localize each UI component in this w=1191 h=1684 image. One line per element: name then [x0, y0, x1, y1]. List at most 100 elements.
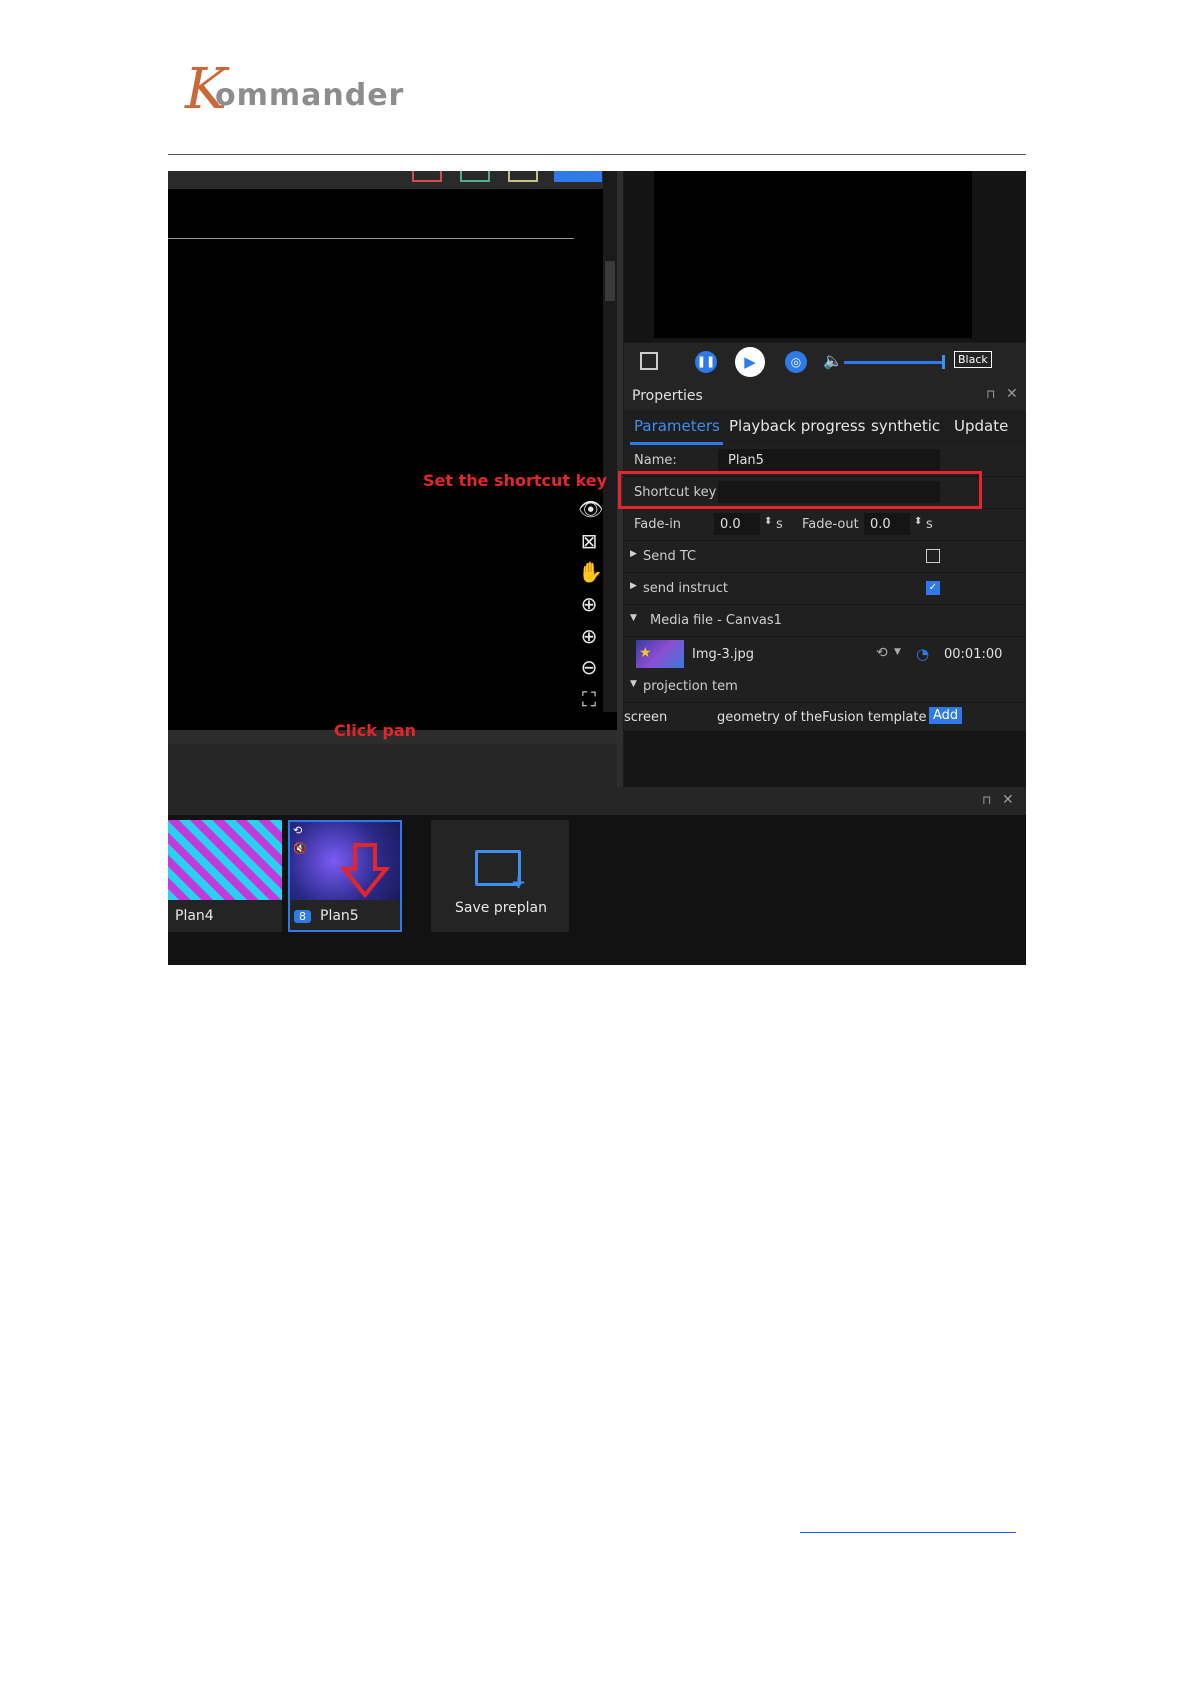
media-file-row[interactable]: ▼ Media file - Canvas1 — [624, 605, 1026, 637]
fade-out-unit: s — [926, 517, 933, 532]
media-file-label: Media file - Canvas1 — [650, 613, 782, 628]
canvas-guide-line — [168, 238, 574, 239]
left-toolbar — [168, 171, 617, 189]
header-divider — [168, 154, 1026, 155]
footer-link-underline[interactable] — [800, 1532, 1016, 1533]
eye-icon[interactable]: 👁 — [578, 498, 603, 520]
media-thumbnail: ★ — [636, 640, 684, 668]
send-instruct-label: send instruct — [643, 581, 728, 596]
star-icon: ★ — [639, 645, 652, 661]
add-button[interactable]: Add — [929, 707, 963, 724]
play-icon[interactable]: ▶ — [735, 347, 765, 377]
media-duration: 00:01:00 — [944, 647, 1003, 662]
collapse-icon[interactable]: ▼ — [630, 679, 637, 689]
send-instruct-checkbox[interactable]: ✓ — [926, 581, 940, 595]
mute-icon: 🔇 — [293, 842, 307, 855]
send-tc-label: Send TC — [643, 549, 697, 564]
plans-header: ⊓ ✕ — [168, 787, 1026, 815]
fade-out-label: Fade-out — [802, 517, 859, 532]
fade-row: Fade-in 0.0 ⬍ s Fade-out 0.0 ⬍ s — [624, 509, 1026, 541]
crop-icon[interactable]: ⊠ — [578, 530, 600, 552]
dropdown-icon[interactable]: ▼ — [894, 647, 901, 657]
collapse-icon[interactable]: ▼ — [630, 613, 637, 623]
expand-icon[interactable]: ▶ — [630, 581, 637, 591]
name-label: Name: — [634, 453, 677, 468]
highlight-box — [618, 471, 982, 509]
close-icon[interactable]: ✕ — [1002, 792, 1014, 808]
pin-icon[interactable]: ⊓ — [982, 793, 991, 807]
timer-icon[interactable]: ◔ — [916, 645, 929, 663]
projection-row[interactable]: ▼ projection tem — [624, 671, 1026, 703]
properties-tabs: Parameters Playback progress synthetic U… — [624, 411, 1026, 445]
plan-name: Plan4 — [175, 908, 214, 924]
plan-name: Plan5 — [320, 908, 359, 924]
layout-icon[interactable] — [640, 352, 658, 370]
save-preplan-label: Save preplan — [455, 900, 547, 916]
fade-out-spinner-icon[interactable]: ⬍ — [914, 516, 922, 527]
tab-playback-progress[interactable]: Playback progress — [729, 417, 865, 435]
software-screenshot: 👁 ⊠ ✋ ⊕ ⊕ ⊖ ⛶ Set the shortcut key Click… — [168, 171, 1026, 965]
left-footer — [168, 744, 617, 787]
tab-parameters[interactable]: Parameters — [634, 417, 720, 435]
hand-icon[interactable]: ✋ — [578, 561, 603, 583]
annotation-click-pan: Click pan — [334, 721, 417, 740]
vertical-scrollbar[interactable] — [603, 171, 617, 712]
fade-in-spinner-icon[interactable]: ⬍ — [764, 516, 772, 527]
repeat-icon[interactable]: ⟲ — [876, 645, 888, 661]
loop-icon[interactable]: ◎ — [785, 351, 807, 373]
expand-icon[interactable]: ▶ — [630, 549, 637, 559]
tab-update[interactable]: Update — [954, 417, 1008, 435]
black-button[interactable]: Black — [954, 351, 992, 368]
pause-icon[interactable]: ❚❚ — [695, 351, 717, 373]
target-icon[interactable]: ⊕ — [578, 593, 600, 615]
preview-screen — [654, 171, 972, 338]
plan-thumbnail — [168, 820, 282, 900]
preview-canvas[interactable] — [168, 189, 617, 730]
fade-in-unit: s — [776, 517, 783, 532]
name-field[interactable]: Plan5 — [718, 449, 940, 471]
volume-icon[interactable]: 🔈 — [823, 351, 843, 370]
fade-in-label: Fade-in — [634, 517, 682, 532]
fade-in-value: 0.0 — [720, 517, 741, 532]
name-value: Plan5 — [728, 453, 764, 468]
properties-title: Properties — [632, 388, 703, 404]
plan-shortcut-badge: 8 — [294, 910, 311, 923]
output-preview — [624, 171, 1026, 342]
geometry-label: geometry of theFusion template — [717, 710, 927, 725]
fade-out-field[interactable]: 0.0 — [864, 513, 910, 535]
layout-button[interactable] — [554, 171, 602, 182]
send-tc-checkbox[interactable] — [926, 549, 940, 563]
close-icon[interactable]: ✕ — [1006, 386, 1018, 402]
projection-label: projection tem — [643, 679, 738, 694]
screen-row: screen geometry of theFusion template Ad… — [624, 703, 1026, 732]
transport-bar: ❚❚ ▶ ◎ 🔈 Black — [624, 343, 1026, 383]
color-button-red[interactable] — [412, 171, 442, 182]
logo-text: ommander — [215, 78, 405, 113]
plan-tile-plan4[interactable]: Plan4 — [168, 820, 282, 932]
zoom-out-icon[interactable]: ⊖ — [578, 656, 600, 678]
loop-icon: ⟲ — [293, 824, 303, 837]
properties-empty-area — [624, 732, 1026, 787]
pin-icon[interactable]: ⊓ — [986, 387, 995, 401]
color-button-yellow[interactable] — [508, 171, 538, 182]
volume-slider[interactable] — [844, 361, 942, 364]
color-button-green[interactable] — [460, 171, 490, 182]
fade-out-value: 0.0 — [870, 517, 891, 532]
zoom-in-icon[interactable]: ⊕ — [578, 625, 600, 647]
fade-in-field[interactable]: 0.0 — [714, 513, 760, 535]
send-tc-row[interactable]: ▶ Send TC — [624, 541, 1026, 573]
media-item-row[interactable]: ★ Img-3.jpg ⟲ ▼ ◔ 00:01:00 — [624, 637, 1026, 672]
arrow-down-annotation — [340, 843, 390, 899]
volume-handle[interactable] — [942, 355, 945, 369]
scroll-thumb[interactable] — [605, 261, 615, 301]
properties-header: Properties ⊓ ✕ — [624, 383, 1026, 411]
fullscreen-icon[interactable]: ⛶ — [578, 688, 600, 710]
annotation-set-shortcut: Set the shortcut key — [423, 471, 608, 490]
send-instruct-row[interactable]: ▶ send instruct ✓ — [624, 573, 1026, 605]
save-preplan-tile[interactable]: + Save preplan — [431, 820, 569, 932]
screen-label: screen — [624, 710, 668, 725]
tab-synthetic[interactable]: synthetic — [871, 417, 940, 435]
plans-panel: ⊓ ✕ Plan4 ⟲ 🔇 8 Plan5 + Save preplan — [168, 787, 1026, 965]
media-name: Img-3.jpg — [692, 647, 754, 662]
plus-icon: + — [511, 872, 527, 893]
